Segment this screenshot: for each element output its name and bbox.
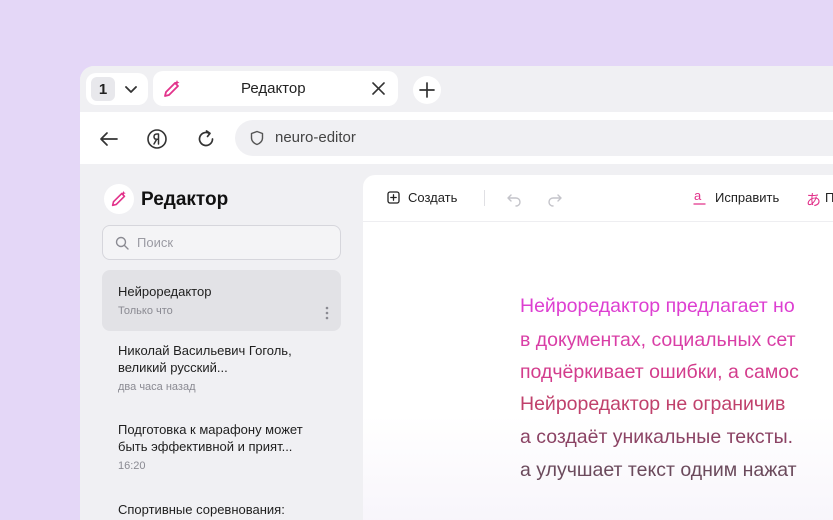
editor-toolbar: Создать a Исправить あ П xyxy=(363,175,833,222)
tab-title: Редактор xyxy=(241,80,306,97)
magic-pen-icon xyxy=(164,80,180,97)
shield-icon[interactable] xyxy=(249,130,265,146)
undo-icon[interactable] xyxy=(506,191,522,207)
tab-strip: 1 Редактор xyxy=(80,66,833,112)
search-icon xyxy=(115,236,129,250)
tab-count: 1 xyxy=(91,77,115,101)
app-title: Редактор xyxy=(141,189,229,210)
back-arrow-icon[interactable] xyxy=(98,128,120,150)
text-line: а создаёт уникальные тексты. xyxy=(520,426,794,448)
close-icon[interactable] xyxy=(371,81,386,96)
chevron-down-icon xyxy=(125,86,137,93)
toolbar-divider xyxy=(484,190,485,206)
text-line: Нейроредактор предлагает но xyxy=(520,295,795,317)
document-item-1[interactable]: Нейроредактор Только что xyxy=(102,270,341,331)
text-line: в документах, социальных сет xyxy=(520,329,796,351)
text-line: а улучшает текст одним нажат xyxy=(520,459,797,481)
sidebar: Редактор Поиск Нейроредактор Только что … xyxy=(80,164,363,520)
next-tool-label[interactable]: П xyxy=(825,190,833,205)
document-item-3[interactable]: Подготовка к марафону может быть эффекти… xyxy=(102,412,341,482)
tab-editor[interactable]: Редактор xyxy=(153,71,398,106)
plus-square-icon xyxy=(387,191,400,204)
address-bar[interactable]: neuro-editor xyxy=(235,120,833,156)
browser-window: 1 Редактор neuro-editor Редактор Поиск Н… xyxy=(80,66,833,520)
url-text: neuro-editor xyxy=(275,129,356,146)
tab-count-button[interactable]: 1 xyxy=(86,73,148,105)
text-line: Нейроредактор не ограничив xyxy=(520,393,786,415)
document-item-2[interactable]: Николай Васильевич Гоголь, великий русск… xyxy=(102,334,341,404)
document-title: Спортивные соревнования: xyxy=(118,502,285,517)
redo-icon[interactable] xyxy=(547,191,563,207)
svg-text:a: a xyxy=(694,189,702,203)
create-button[interactable]: Создать xyxy=(387,190,457,205)
navigation-bar: neuro-editor xyxy=(80,112,833,164)
new-tab-button[interactable] xyxy=(413,76,441,104)
yandex-icon[interactable] xyxy=(146,128,168,150)
fix-button[interactable]: a Исправить xyxy=(693,189,779,206)
document-title: Николай Васильевич Гоголь, великий русск… xyxy=(118,343,292,375)
reload-icon[interactable] xyxy=(195,128,217,150)
app-logo xyxy=(104,184,134,214)
fix-label: Исправить xyxy=(715,190,780,205)
editor-panel: Создать a Исправить あ П Нейроредактор пр… xyxy=(363,175,833,520)
text-line: подчёркивает ошибки, а самос xyxy=(520,361,799,383)
search-placeholder: Поиск xyxy=(137,235,174,250)
document-title: Нейроредактор xyxy=(118,284,212,299)
document-time: Только что xyxy=(118,305,173,317)
search-input[interactable]: Поиск xyxy=(102,225,341,260)
style-icon[interactable]: あ xyxy=(806,189,821,210)
document-time: два часа назад xyxy=(118,381,196,393)
magic-pen-icon xyxy=(111,190,126,207)
document-time: 16:20 xyxy=(118,460,146,472)
create-label: Создать xyxy=(408,190,458,205)
spellcheck-icon: a xyxy=(693,189,706,205)
plus-icon xyxy=(419,82,435,98)
document-item-4[interactable]: Спортивные соревнования: xyxy=(102,492,341,520)
more-vertical-icon[interactable] xyxy=(325,306,329,320)
document-title: Подготовка к марафону может быть эффекти… xyxy=(118,422,303,454)
